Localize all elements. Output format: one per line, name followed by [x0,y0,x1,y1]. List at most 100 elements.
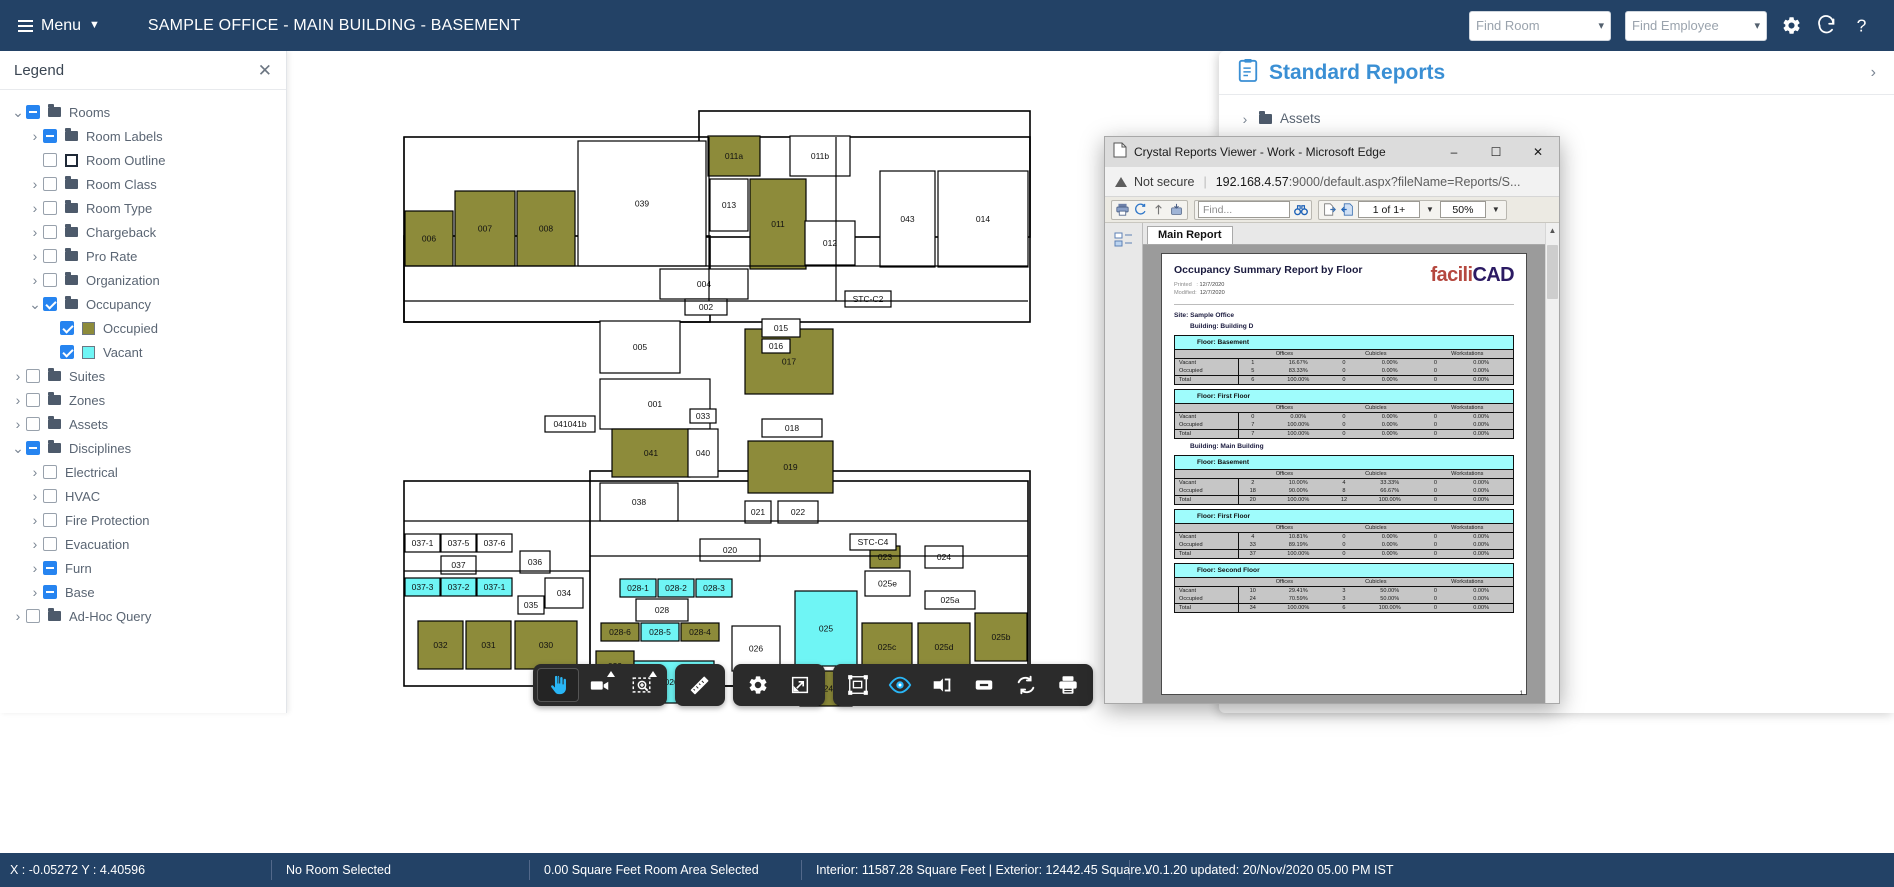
report-canvas[interactable]: Occupancy Summary Report by Floor Printe… [1143,245,1545,703]
legend-item-base[interactable]: ›Base [0,580,286,604]
find-employee-select[interactable]: Find Employee ▾ [1625,11,1767,41]
room-011[interactable]: 011 [750,179,806,269]
rooms-layer[interactable]: 007008006039011a011b01101301204301400401… [405,136,1028,706]
chevron-right-icon[interactable]: › [1871,64,1876,82]
chevron-right-icon[interactable]: › [27,585,43,599]
checkbox-evacuation[interactable] [43,537,57,551]
chevron-right-icon[interactable]: › [27,177,43,191]
room-013[interactable]: 013 [710,179,748,231]
find-input[interactable]: Find... [1198,201,1290,218]
room-011a[interactable]: 011a [708,136,760,176]
room-036[interactable]: 036 [520,551,550,573]
binoculars-icon[interactable] [1293,202,1308,217]
room-040[interactable]: 040 [688,429,718,477]
room-021[interactable]: 021 [745,501,771,523]
checkbox-room-labels[interactable] [43,129,57,143]
crystal-page-group[interactable]: 1 of 1+ ▼ 50% ▼ [1318,200,1507,220]
room-030[interactable]: 030 [515,621,577,669]
chevron-down-icon[interactable]: ▼ [1489,205,1503,214]
legend-item-furn[interactable]: ›Furn [0,556,286,580]
gear-icon[interactable] [1781,15,1802,36]
chevron-down-icon[interactable]: ⌄ [27,297,43,311]
room-028-6[interactable]: 028-6 [601,623,639,641]
room-005[interactable]: 005 [600,321,680,373]
chevron-down-icon[interactable]: ⌄ [10,105,26,119]
room-028-3[interactable]: 028-3 [696,579,732,597]
legend-item-hvac[interactable]: ›HVAC [0,484,286,508]
room-033[interactable]: 033 [690,409,716,423]
refresh-icon[interactable] [1133,202,1148,217]
legend-item-vacant[interactable]: Vacant [0,340,286,364]
checkbox-electrical[interactable] [43,465,57,479]
chevron-down-icon[interactable]: ⌄ [10,441,26,455]
room-016[interactable]: 016 [762,339,790,353]
room-043[interactable]: 043 [880,171,935,267]
room-037-2[interactable]: 037-2 [441,578,476,596]
checkbox-fire-protection[interactable] [43,513,57,527]
room-008[interactable]: 008 [517,191,575,266]
room-037-3[interactable]: 037-3 [405,578,440,596]
dropdown-triangle-icon[interactable] [649,671,657,677]
legend-item-rooms[interactable]: ⌄Rooms [0,100,286,124]
room-032[interactable]: 032 [418,621,463,669]
room-037-5[interactable]: 037-5 [441,534,476,552]
close-button[interactable]: ✕ [1517,137,1559,167]
refresh-icon[interactable] [1816,15,1837,36]
chevron-right-icon[interactable]: › [27,537,43,551]
room-034[interactable]: 034 [545,578,583,608]
minimize-button[interactable]: – [1433,137,1475,167]
legend-item-room-type[interactable]: ›Room Type [0,196,286,220]
room-025e[interactable]: 025e [865,571,910,596]
checkbox-vacant[interactable] [60,345,74,359]
scroll-up-icon[interactable]: ▲ [1546,223,1559,237]
room-028-5[interactable]: 028-5 [641,623,679,641]
room-025[interactable]: 025 [795,591,857,666]
select-tool[interactable] [837,668,879,702]
menu-button[interactable]: Menu ▼ [18,17,100,35]
page-next-icon[interactable] [1322,202,1337,217]
room-011b[interactable]: 011b [790,136,850,176]
legend-item-suites[interactable]: ›Suites [0,364,286,388]
minimize-tool[interactable] [963,668,1005,702]
legend-item-organization[interactable]: ›Organization [0,268,286,292]
legend-item-fire-protection[interactable]: ›Fire Protection [0,508,286,532]
crystal-find-group[interactable]: Find... [1194,200,1312,220]
settings-tool[interactable] [737,668,779,702]
legend-tree[interactable]: ⌄Rooms›Room Labels Room Outline›Room Cla… [0,90,286,713]
find-room-select[interactable]: Find Room ▾ [1469,11,1611,41]
room-035[interactable]: 035 [518,596,544,614]
group-tree-icon[interactable] [1114,231,1134,249]
chevron-right-icon[interactable]: › [27,273,43,287]
checkbox-hvac[interactable] [43,489,57,503]
help-icon[interactable]: ? [1851,15,1872,36]
checkbox-base[interactable] [43,585,57,599]
legend-item-room-labels[interactable]: ›Room Labels [0,124,286,148]
chevron-right-icon[interactable]: › [27,129,43,143]
chevron-right-icon[interactable]: › [10,369,26,383]
tab-main-report[interactable]: Main Report [1147,226,1233,244]
report-vertical-scrollbar[interactable]: ▲ [1545,223,1559,703]
camera-tool[interactable] [579,668,621,702]
room-038[interactable]: 038 [600,483,678,521]
legend-item-pro-rate[interactable]: ›Pro Rate [0,244,286,268]
chevron-right-icon[interactable]: › [27,249,43,263]
window-titlebar[interactable]: Crystal Reports Viewer - Work - Microsof… [1105,137,1559,167]
maximize-button[interactable]: ☐ [1475,137,1517,167]
checkbox-zones[interactable] [26,393,40,407]
print-icon[interactable] [1115,202,1130,217]
page-indicator[interactable]: 1 of 1+ [1358,201,1420,218]
checkbox-ad-hoc-query[interactable] [26,609,40,623]
chevron-right-icon[interactable]: › [27,465,43,479]
room-022[interactable]: 022 [778,501,818,523]
room-037-1[interactable]: 037-1 [405,534,440,552]
dropdown-triangle-icon[interactable] [607,671,615,677]
address-bar[interactable]: Not secure | 192.168.4.57:9000/default.a… [1105,167,1559,197]
room-015[interactable]: 015 [762,319,800,337]
chevron-right-icon[interactable]: › [10,417,26,431]
room-019[interactable]: 019 [748,441,833,493]
room-007[interactable]: 007 [455,191,515,266]
legend-item-chargeback[interactable]: ›Chargeback [0,220,286,244]
zoom-select-tool[interactable] [621,668,663,702]
chevron-right-icon[interactable]: › [10,609,26,623]
map-toolbar[interactable] [533,664,1093,706]
